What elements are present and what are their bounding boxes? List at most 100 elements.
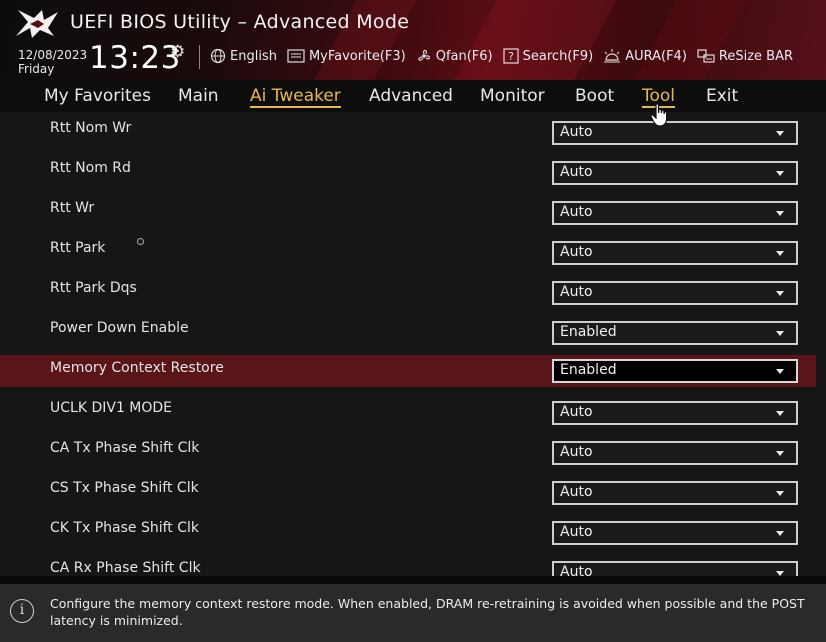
setting-row-rtt-wr[interactable]: Rtt Wr Auto	[0, 200, 816, 234]
info-icon: i	[10, 599, 34, 623]
search-button[interactable]: ? Search(F9)	[503, 48, 594, 64]
setting-dropdown[interactable]: Auto	[552, 201, 798, 225]
aura-label: AURA(F4)	[625, 48, 687, 64]
setting-dropdown[interactable]: Auto	[552, 561, 798, 576]
dropdown-value: Auto	[560, 244, 593, 260]
setting-label: CK Tx Phase Shift Clk	[50, 520, 199, 536]
divider	[199, 45, 200, 69]
search-icon: ?	[503, 48, 519, 64]
chevron-down-icon	[776, 291, 784, 296]
language-label: English	[230, 48, 277, 64]
settings-list: Rtt Nom Wr Auto Rtt Nom Rd Auto Rtt Wr A…	[0, 112, 826, 576]
setting-label: CA Tx Phase Shift Clk	[50, 440, 200, 456]
search-label: Search(F9)	[522, 48, 594, 64]
tab-ai-tweaker[interactable]: Ai Tweaker	[250, 86, 341, 108]
header-decoration	[427, 0, 633, 80]
setting-dropdown[interactable]: Auto	[552, 401, 798, 425]
setting-row-rtt-park-dqs[interactable]: Rtt Park Dqs Auto	[0, 280, 816, 314]
header-banner: UEFI BIOS Utility – Advanced Mode 12/08/…	[0, 0, 826, 80]
setting-label: Rtt Park	[50, 240, 106, 256]
chevron-down-icon	[776, 211, 784, 216]
gear-icon[interactable]: ⚙	[170, 42, 185, 62]
chevron-down-icon	[776, 451, 784, 456]
chevron-down-icon	[776, 251, 784, 256]
chevron-down-icon	[776, 531, 784, 536]
tab-advanced[interactable]: Advanced	[369, 86, 453, 106]
setting-dropdown[interactable]: Auto	[552, 281, 798, 305]
setting-dropdown[interactable]: Auto	[552, 121, 798, 145]
tab-my-favorites[interactable]: My Favorites	[44, 86, 151, 106]
setting-row-uclk-div1-mode[interactable]: UCLK DIV1 MODE Auto	[0, 400, 816, 434]
setting-dropdown[interactable]: Auto	[552, 441, 798, 465]
setting-label: Rtt Wr	[50, 200, 95, 216]
tab-monitor[interactable]: Monitor	[480, 86, 545, 106]
myfavorite-button[interactable]: MyFavorite(F3)	[287, 48, 406, 64]
resize-bar-label: ReSize BAR	[718, 48, 794, 64]
dropdown-value: Auto	[560, 444, 593, 460]
dropdown-value: Auto	[560, 564, 593, 576]
dropdown-value: Auto	[560, 284, 593, 300]
tab-boot[interactable]: Boot	[575, 86, 614, 106]
setting-label: Memory Context Restore	[50, 360, 224, 376]
toolbar: English MyFavorite(F3) Qfan(F6) ? Search…	[210, 48, 803, 64]
fan-icon	[418, 49, 430, 61]
globe-icon	[210, 48, 226, 64]
setting-dropdown[interactable]: Enabled	[552, 321, 798, 345]
myfavorite-label: MyFavorite(F3)	[308, 48, 406, 64]
setting-dropdown[interactable]: Enabled	[552, 359, 798, 383]
cursor-indicator	[137, 238, 144, 245]
dropdown-value: Auto	[560, 404, 593, 420]
rog-logo-icon	[16, 10, 58, 38]
setting-row-cs-tx-phase-shift-clk[interactable]: CS Tx Phase Shift Clk Auto	[0, 480, 816, 514]
dropdown-value: Enabled	[560, 362, 617, 378]
chevron-down-icon	[776, 369, 784, 374]
setting-dropdown[interactable]: Auto	[552, 161, 798, 185]
setting-row-memory-context-restore[interactable]: Memory Context Restore Enabled	[0, 355, 816, 387]
aura-icon	[604, 49, 621, 63]
tab-main[interactable]: Main	[178, 86, 219, 106]
setting-row-ca-tx-phase-shift-clk[interactable]: CA Tx Phase Shift Clk Auto	[0, 440, 816, 474]
chevron-down-icon	[776, 411, 784, 416]
main-nav: My Favorites Main Ai Tweaker Advanced Mo…	[0, 80, 826, 112]
chevron-down-icon	[776, 491, 784, 496]
setting-label: Rtt Nom Wr	[50, 120, 132, 136]
dropdown-value: Auto	[560, 484, 593, 500]
setting-row-rtt-park[interactable]: Rtt Park Auto	[0, 240, 816, 274]
favorite-icon	[287, 49, 305, 63]
setting-dropdown[interactable]: Auto	[552, 241, 798, 265]
setting-row-power-down-enable[interactable]: Power Down Enable Enabled	[0, 320, 816, 354]
dropdown-value: Auto	[560, 124, 593, 140]
setting-row-rtt-nom-rd[interactable]: Rtt Nom Rd Auto	[0, 160, 816, 194]
resize-bar-icon	[697, 49, 715, 63]
clock-display[interactable]: 13:23	[89, 40, 181, 76]
setting-row-ck-tx-phase-shift-clk[interactable]: CK Tx Phase Shift Clk Auto	[0, 520, 816, 554]
setting-label: Rtt Park Dqs	[50, 280, 137, 296]
dropdown-value: Auto	[560, 164, 593, 180]
date-text: 12/08/2023	[18, 48, 88, 62]
setting-row-rtt-nom-wr[interactable]: Rtt Nom Wr Auto	[0, 120, 816, 154]
language-button[interactable]: English	[210, 48, 277, 64]
svg-text:?: ?	[508, 50, 514, 63]
day-text: Friday	[18, 62, 55, 76]
setting-label: Rtt Nom Rd	[50, 160, 131, 176]
setting-dropdown[interactable]: Auto	[552, 481, 798, 505]
tab-exit[interactable]: Exit	[706, 86, 738, 106]
qfan-button[interactable]: Qfan(F6)	[416, 48, 493, 64]
setting-label: UCLK DIV1 MODE	[50, 400, 173, 416]
qfan-label: Qfan(F6)	[435, 48, 493, 64]
setting-label: Power Down Enable	[50, 320, 189, 336]
setting-label: CS Tx Phase Shift Clk	[50, 480, 199, 496]
date-display: 12/08/2023 Friday	[18, 48, 87, 76]
header-decoration	[607, 0, 763, 80]
setting-dropdown[interactable]: Auto	[552, 521, 798, 545]
help-text: Configure the memory context restore mod…	[50, 596, 805, 628]
resize-bar-button[interactable]: ReSize BAR	[697, 48, 793, 64]
chevron-down-icon	[776, 171, 784, 176]
scrollbar[interactable]	[816, 112, 826, 576]
chevron-down-icon	[776, 131, 784, 136]
setting-row-ca-rx-phase-shift-clk[interactable]: CA Rx Phase Shift Clk Auto	[0, 560, 816, 576]
chevron-down-icon	[776, 331, 784, 336]
aura-button[interactable]: AURA(F4)	[603, 48, 687, 64]
hand-cursor-icon	[650, 103, 668, 127]
setting-label: CA Rx Phase Shift Clk	[50, 560, 201, 576]
